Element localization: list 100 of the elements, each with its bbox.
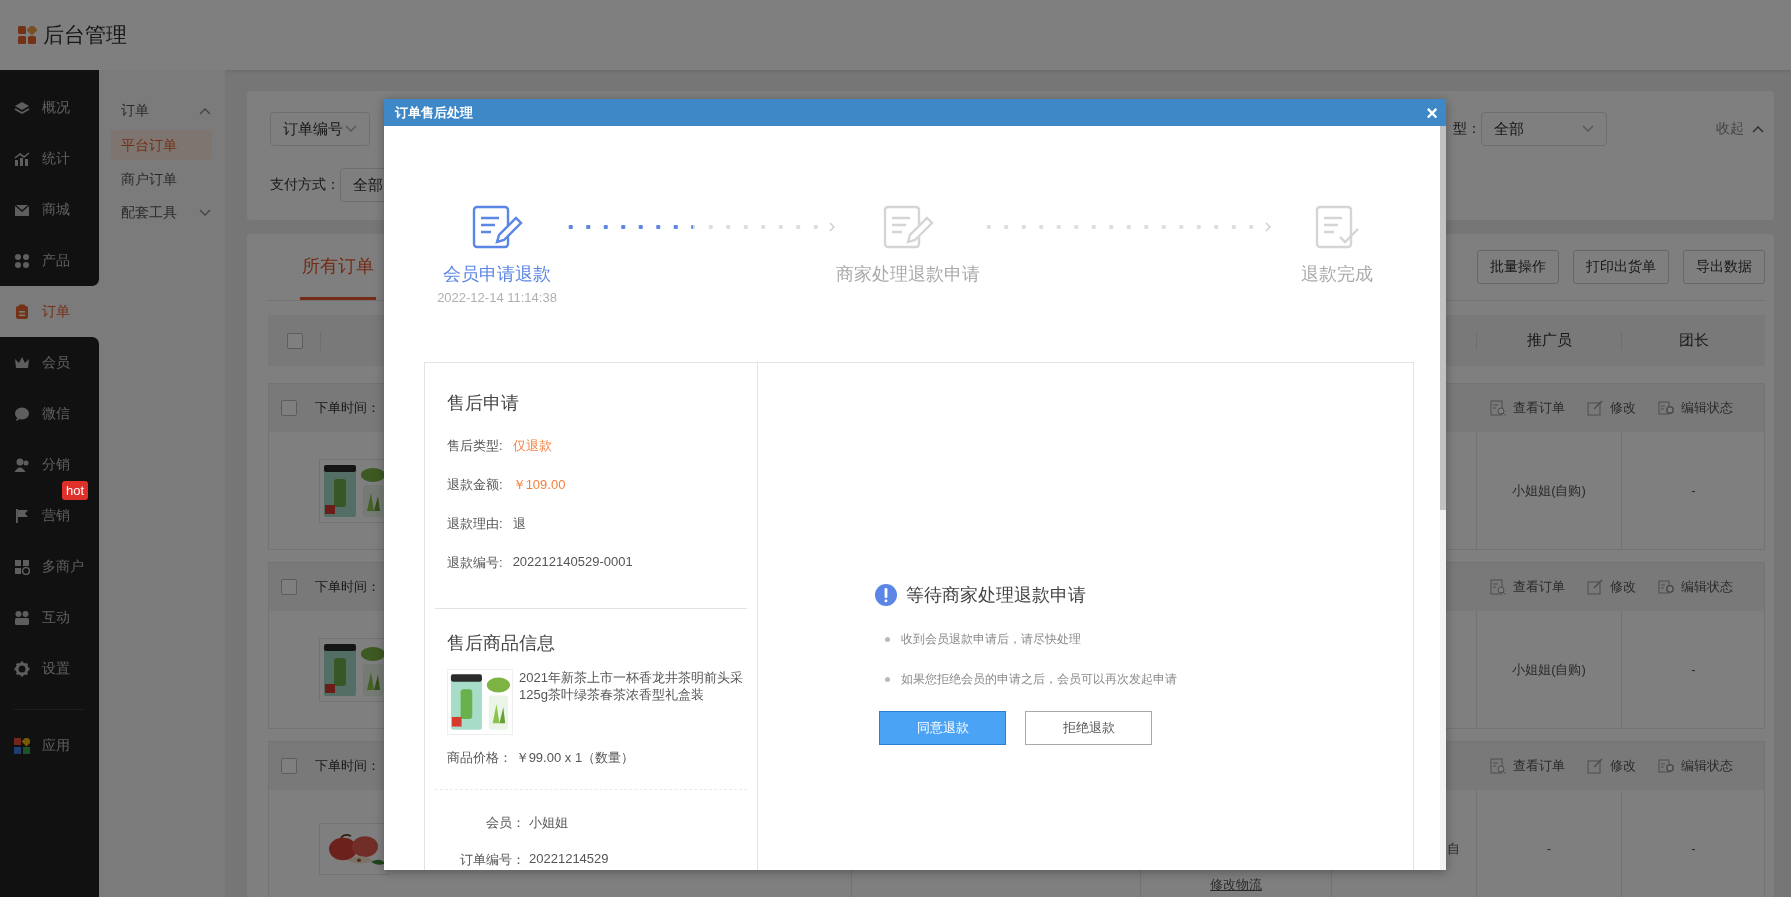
sidebar-item[interactable]: 概况 [0, 82, 99, 133]
search-document-icon [1490, 578, 1507, 596]
sidebar-item[interactable]: 统计 [0, 133, 99, 184]
table-cell: - [1691, 483, 1696, 498]
reject-button[interactable]: 拒绝退款 [1025, 711, 1152, 745]
people-icon [14, 609, 30, 626]
step-time: 2022-12-14 11:14:38 [437, 290, 557, 305]
field-label: 退款编号: [447, 554, 503, 572]
chat-icon [14, 405, 30, 422]
select-field[interactable]: 订单编号 [270, 112, 370, 146]
edit-icon [1587, 578, 1604, 596]
action-link[interactable]: 编辑状态 [1658, 757, 1733, 775]
column-header: 团长 [1621, 331, 1765, 350]
sidebar-item[interactable]: 微信 [0, 388, 99, 439]
collapse-link[interactable]: 收起 [1716, 120, 1764, 138]
action-link[interactable]: 查看订单 [1490, 757, 1565, 775]
sidebar-item[interactable]: 应用 [0, 724, 99, 768]
sidebar-item[interactable]: 订单 [0, 286, 99, 337]
chart-icon [14, 150, 30, 167]
sidebar-item[interactable]: 互动 [0, 592, 99, 643]
checkbox[interactable] [287, 332, 303, 349]
action-link[interactable]: 修改 [1587, 399, 1636, 417]
caret-icon [1752, 125, 1764, 133]
grid-icon [14, 252, 30, 269]
edit-icon [1587, 757, 1604, 775]
edit-icon [1587, 399, 1604, 417]
action-link[interactable]: 修改 [1587, 757, 1636, 775]
document-edit-icon [882, 204, 934, 250]
chevron-icon [828, 221, 836, 233]
tab[interactable]: 所有订单 [300, 234, 376, 300]
table-cell: - [1691, 662, 1696, 677]
field-label: 型： [1453, 120, 1481, 138]
dialog-title: 订单售后处理 [395, 103, 473, 122]
settings-icon [14, 660, 30, 677]
bullet-icon [885, 677, 890, 682]
action-link[interactable]: 修改 [1587, 578, 1636, 596]
action-link[interactable]: 编辑状态 [1658, 578, 1733, 596]
table-cell: - [1546, 841, 1552, 856]
layers-icon [14, 99, 30, 116]
section-title: 售后申请 [446, 392, 520, 415]
select-field[interactable]: 全部 [1481, 112, 1607, 146]
field-label: 下单时间： [315, 578, 380, 596]
sidebar-item[interactable]: 会员 [0, 337, 99, 388]
checkbox[interactable] [281, 758, 297, 774]
hot-badge: hot [62, 481, 89, 500]
close-button[interactable]: × [1426, 102, 1438, 123]
checkbox[interactable] [281, 579, 297, 595]
toolbar-button[interactable]: 打印出货单 [1573, 250, 1669, 284]
app-title: 后台管理 [43, 22, 127, 48]
sidebar-item[interactable]: 设置 [0, 643, 99, 694]
field-value: ￥109.00 [512, 476, 566, 494]
caret-icon [1582, 125, 1594, 133]
checkbox[interactable] [281, 400, 297, 416]
caret-icon [199, 209, 211, 217]
logistics-link[interactable]: 修改物流 [1210, 876, 1262, 894]
submenu-group[interactable]: 配套工具 [99, 198, 225, 228]
field-value: 20221214529 [529, 851, 609, 868]
sidebar-item[interactable]: 商城 [0, 184, 99, 235]
notice-text: 如果您拒绝会员的申请之后，会员可以再次发起申请 [901, 671, 1177, 688]
search-document-icon [1490, 757, 1507, 775]
caret-icon [199, 107, 211, 115]
document-check-icon [1314, 204, 1360, 250]
toolbar-button[interactable]: 导出数据 [1683, 250, 1765, 284]
step-label: 商家处理退款申请 [836, 263, 980, 286]
scrollbar[interactable] [1440, 126, 1446, 870]
apps-icon [14, 738, 30, 754]
sidebar-item[interactable]: 多商户 [0, 541, 99, 592]
field-value: 202212140529-0001 [512, 554, 633, 571]
table-cell: 小姐姐(自购) [1512, 481, 1586, 500]
caret-icon [345, 125, 357, 133]
chevron-icon [1264, 221, 1272, 233]
toolbar-button[interactable]: 批量操作 [1477, 250, 1559, 284]
table-cell: - [1691, 841, 1696, 856]
sidebar-item[interactable]: 产品 [0, 235, 99, 286]
field-label: 订单编号： [459, 851, 526, 869]
notice-text: 收到会员退款申请后，请尽快处理 [901, 631, 1081, 648]
field-value: 小姐姐 [529, 814, 568, 832]
field-label: 退款金额: [447, 476, 503, 494]
field-label: 下单时间： [315, 757, 380, 775]
logo-icon [18, 25, 37, 45]
flag-icon [14, 507, 30, 524]
product-name: 2021年新茶上市一杯香龙井茶明前头采125g茶叶绿茶春茶浓香型礼盒装 [519, 669, 744, 704]
agree-button[interactable]: 同意退款 [879, 711, 1006, 745]
field-label: 下单时间： [315, 399, 380, 417]
action-link[interactable]: 查看订单 [1490, 399, 1565, 417]
action-link[interactable]: 编辑状态 [1658, 399, 1733, 417]
step-label: 会员申请退款 [443, 263, 551, 286]
settings-document-icon [1658, 399, 1675, 417]
field-value: ￥99.00 x 1（数量） [515, 750, 635, 765]
section-title: 售后商品信息 [446, 632, 556, 655]
submenu-group[interactable]: 订单 [99, 96, 225, 126]
field-value: 退 [512, 515, 526, 533]
notice-title: 等待商家处理退款申请 [906, 584, 1086, 607]
clipboard-icon [14, 303, 30, 320]
field-label: 会员： [485, 814, 526, 832]
action-link[interactable]: 查看订单 [1490, 578, 1565, 596]
field-label: 商品价格： [447, 750, 512, 765]
submenu-item[interactable]: 平台订单 [111, 130, 212, 160]
submenu-item[interactable]: 商户订单 [111, 164, 212, 194]
info-icon [875, 584, 897, 606]
